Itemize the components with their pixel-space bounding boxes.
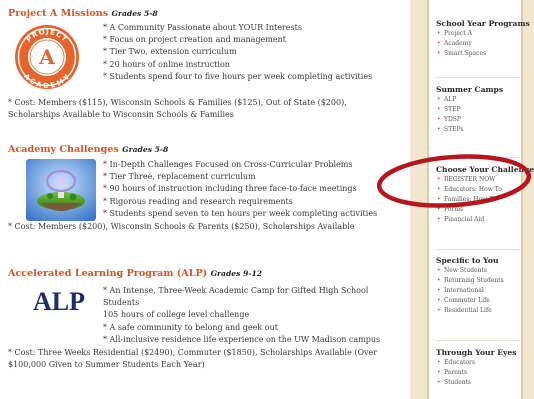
project-a-academy-seal-icon: PROJECT ACADEMY A [15, 25, 79, 90]
sidebar-link[interactable]: Returning Students [436, 276, 531, 286]
sidebar-link[interactable]: Academy [436, 39, 531, 49]
cost-line: * Cost: Three Weeks Residential ($2490),… [8, 348, 378, 357]
sidebar-heading: School Year Programs [436, 19, 530, 28]
bullet-item: * Rigorous reading and research requirem… [103, 196, 293, 206]
seal-letter: A [38, 45, 55, 69]
sidebar-link[interactable]: STEP [436, 105, 531, 115]
section-grades: Grades 5-8 [122, 145, 169, 154]
cost-text: * Cost: Members ($200), Wisconsin School… [8, 221, 355, 233]
sidebar-divider [436, 77, 520, 78]
cost-line: $100,000 Given to Summer Students Each Y… [8, 360, 205, 370]
sidebar-link[interactable]: Residential Life [436, 306, 531, 316]
bullet-item: * A Community Passionate about YOUR Inte… [103, 23, 302, 32]
section-grades: Grades 5-8 [111, 9, 158, 18]
sidebar-group-through-your-eyes: Through Your Eyes Educators Parents Stud… [436, 348, 531, 388]
sidebar-link[interactable]: Financial Aid [436, 215, 531, 225]
bullet-item: * All-inclusive residence life experienc… [103, 334, 381, 344]
section-title[interactable]: Academy Challenges Grades 5-8 [8, 144, 403, 155]
alp-logo-icon: ALP [33, 287, 85, 316]
sidebar-heading: Summer Camps [436, 85, 504, 94]
section-title-text[interactable]: Project A Missions [8, 8, 108, 19]
bullet-item: * In-Depth Challenges Focused on Cross-C… [103, 160, 353, 169]
highlight-circle-icon [376, 154, 532, 208]
bullet-item: * Students spend four to five hours per … [103, 71, 373, 81]
bullet-list: * A Community Passionate about YOUR Inte… [103, 22, 372, 83]
sidebar-link[interactable]: ALP [436, 95, 531, 105]
bullet-item: * Students spend seven to ten hours per … [103, 208, 378, 218]
cost-text: * Cost: Three Weeks Residential ($2490),… [8, 347, 377, 371]
bullet-item: * A safe community to belong and geek ou… [103, 322, 278, 332]
section-title-text[interactable]: Academy Challenges [8, 144, 119, 155]
bullet-item: 105 hours of college level challenge [103, 310, 250, 320]
section-title-text[interactable]: Accelerated Learning Program (ALP) [8, 268, 207, 279]
sidebar-link[interactable]: Educators [436, 358, 531, 368]
bullet-list: * An Intense, Three-Week Academic Camp f… [103, 285, 380, 346]
bullet-item: * Tier Two, extension curriculum [103, 47, 237, 57]
bullet-item: * 20 hours of online instruction [103, 59, 230, 69]
bullet-item: Students [103, 298, 140, 308]
section-title[interactable]: Project A Missions Grades 5-8 [8, 8, 403, 19]
sidebar-divider [436, 340, 520, 341]
sidebar-divider [436, 249, 520, 250]
sidebar-group-specific-to-you: Specific to You New Students Returning S… [436, 256, 531, 317]
sidebar-link[interactable]: Commuter Life [436, 296, 531, 306]
section-grades: Grades 9-12 [210, 269, 263, 278]
bullet-list: * In-Depth Challenges Focused on Cross-C… [103, 159, 377, 220]
sidebar-link[interactable]: Parents [436, 368, 531, 378]
cost-line: * Cost: Members ($200), Wisconsin School… [8, 222, 355, 231]
sidebar-link[interactable]: International [436, 286, 531, 296]
cost-line: * Cost: Members ($115), Wisconsin School… [8, 98, 347, 107]
sidebar-link[interactable]: Students [436, 378, 531, 388]
sidebar-link[interactable]: Project A [436, 29, 531, 39]
sidebar-group-summer-camps: Summer Camps ALP STEP YDSP STEPs [436, 85, 531, 135]
sidebar-link[interactable]: New Students [436, 266, 531, 276]
sidebar-heading: Through Your Eyes [436, 348, 517, 357]
section-project-a: Project A Missions Grades 5-8 PROJECT AC… [8, 8, 403, 119]
bullet-item: * Tier Three, replacement curriculum [103, 172, 256, 182]
sidebar-link[interactable]: STEPs [436, 125, 531, 135]
bullet-item: * An Intense, Three-Week Academic Camp f… [103, 286, 369, 295]
sidebar-group-school-year: School Year Programs Project A Academy S… [436, 19, 531, 59]
section-title[interactable]: Accelerated Learning Program (ALP) Grade… [8, 268, 403, 279]
section-alp: Accelerated Learning Program (ALP) Grade… [8, 268, 403, 369]
academy-challenges-island-image-icon [26, 159, 96, 221]
section-academy-challenges: Academy Challenges Grades 5-8 * In-Depth… [8, 144, 403, 231]
bullet-item: * Focus on project creation and manageme… [103, 35, 286, 45]
sidebar-link[interactable]: Smart Spaces [436, 49, 531, 59]
main-content: Project A Missions Grades 5-8 PROJECT AC… [0, 0, 405, 399]
bullet-item: * 90 hours of instruction including thre… [103, 184, 357, 194]
sidebar-link[interactable]: YDSP [436, 115, 531, 125]
sidebar-heading: Specific to You [436, 256, 499, 265]
cost-text: * Cost: Members ($115), Wisconsin School… [8, 97, 347, 121]
cost-line: Scholarships Available to Wisconsin Scho… [8, 110, 234, 120]
alp-logo-text: ALP [33, 287, 85, 316]
